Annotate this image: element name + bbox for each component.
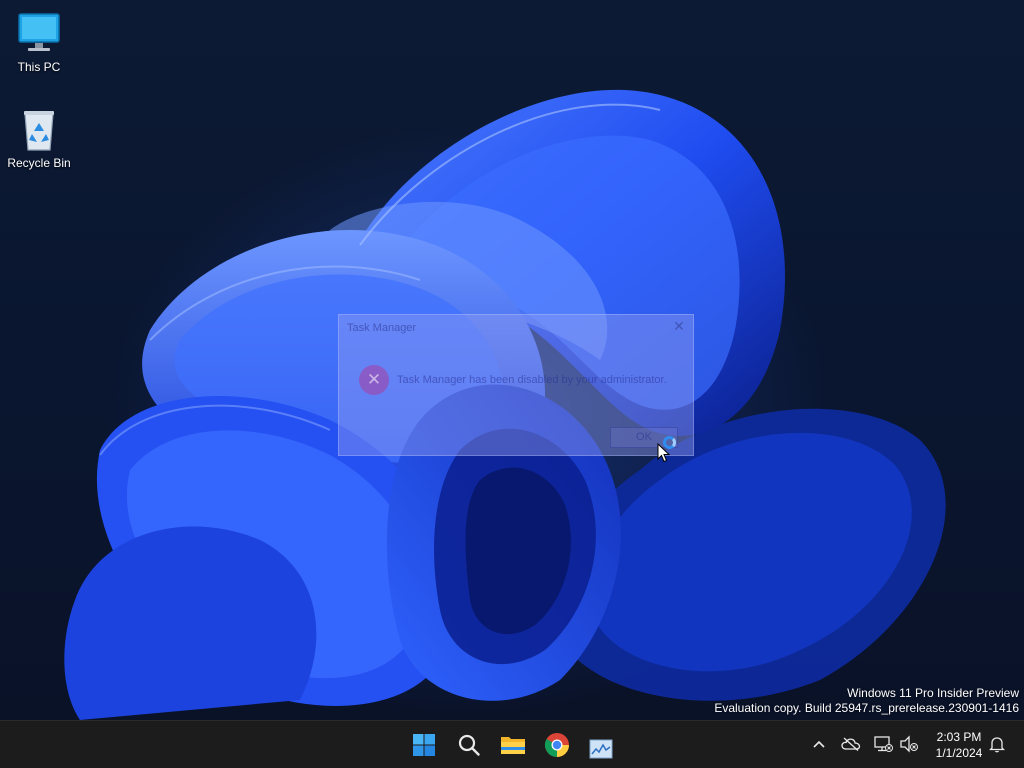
- clock-time: 2:03 PM: [936, 730, 982, 744]
- speaker-muted-icon: [900, 735, 918, 753]
- error-icon: ✕: [359, 365, 389, 395]
- chrome-icon: [544, 733, 569, 757]
- evaluation-watermark-line2: Evaluation copy. Build 25947.rs_prerelea…: [714, 701, 1019, 715]
- onedrive-status-button[interactable]: [840, 733, 862, 755]
- close-icon[interactable]: ✕: [671, 318, 687, 334]
- dialog-message: Task Manager has been disabled by your a…: [397, 374, 667, 386]
- evaluation-watermark-line1: Windows 11 Pro Insider Preview: [847, 686, 1019, 700]
- recycle-bin-icon: [15, 106, 63, 154]
- folder-icon: [501, 737, 525, 754]
- start-button[interactable]: [406, 727, 442, 763]
- dialog-title: Task Manager: [347, 322, 417, 334]
- monitor-app-icon: [589, 739, 613, 759]
- show-hidden-icons-button[interactable]: [808, 733, 830, 755]
- notifications-button[interactable]: [986, 733, 1008, 755]
- search-icon: [458, 734, 480, 756]
- monitor-icon: [15, 10, 63, 58]
- mouse-pointer-icon: [657, 443, 671, 463]
- chrome-button[interactable]: [539, 727, 575, 763]
- windows-start-icon: [413, 734, 435, 756]
- cloud-offline-icon: [841, 737, 861, 751]
- resource-monitor-button[interactable]: [583, 739, 619, 767]
- volume-button[interactable]: [898, 733, 920, 755]
- chevron-up-icon: [813, 740, 825, 748]
- desktop-icon-recycle-bin[interactable]: Recycle Bin: [1, 106, 77, 171]
- file-explorer-button[interactable]: [495, 727, 531, 763]
- desktop-icon-label: This PC: [17, 60, 61, 74]
- network-disconnected-icon: [874, 736, 893, 752]
- desktop-icon-label: Recycle Bin: [7, 156, 71, 170]
- network-status-button[interactable]: [872, 733, 894, 755]
- desktop-icon-this-pc[interactable]: This PC: [1, 10, 77, 75]
- task-manager-error-dialog[interactable]: Task Manager ✕ ✕ Task Manager has been d…: [338, 314, 694, 456]
- bell-icon: [989, 737, 1005, 753]
- search-button[interactable]: [451, 727, 487, 763]
- clock-date: 1/1/2024: [935, 746, 983, 760]
- taskbar: 2:03 PM 1/1/2024: [0, 720, 1024, 768]
- taskbar-clock[interactable]: 2:03 PM 1/1/2024: [924, 729, 994, 761]
